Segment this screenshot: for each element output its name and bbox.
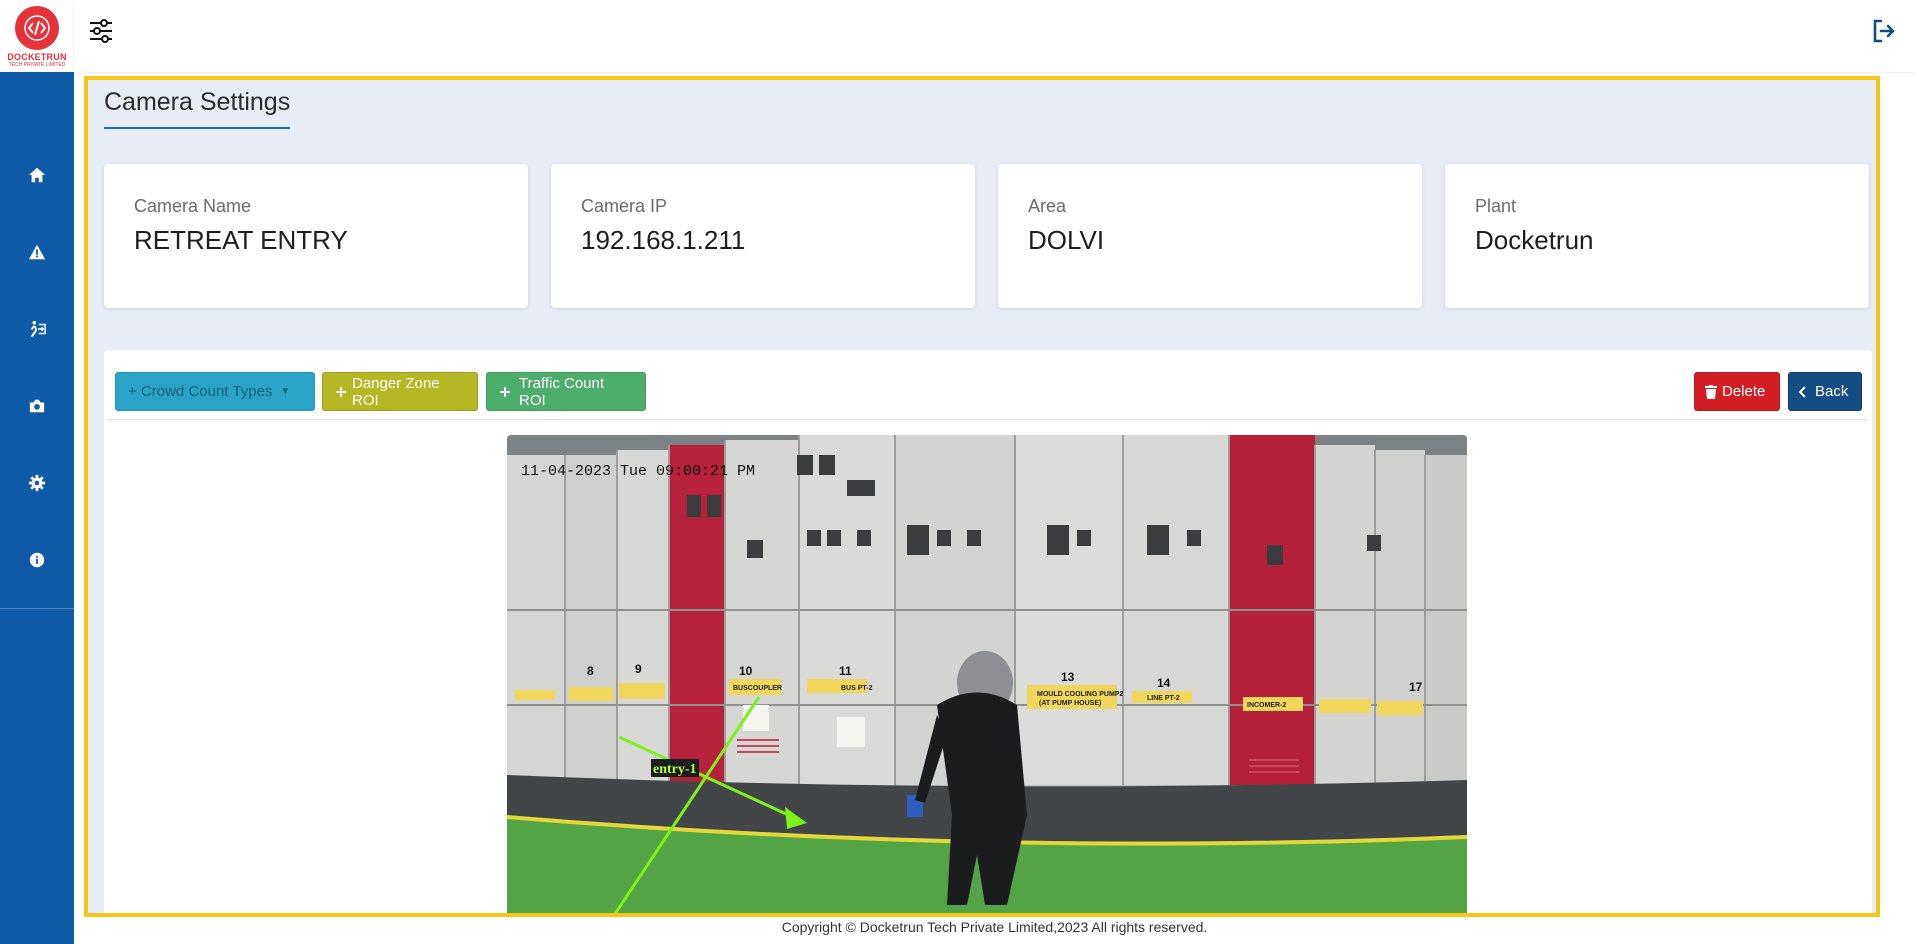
sidebar-item-settings[interactable] <box>0 444 74 521</box>
svg-text:10: 10 <box>739 664 753 678</box>
svg-text:11: 11 <box>839 664 852 678</box>
svg-text:(AT PUMP HOUSE): (AT PUMP HOUSE) <box>1039 700 1101 707</box>
camera-ip-card: Camera IP 192.168.1.211 <box>551 164 975 308</box>
chevron-left-icon <box>1799 385 1807 398</box>
sliders-icon <box>90 19 112 43</box>
svg-text:MOULD COOLING PUMP2: MOULD COOLING PUMP2 <box>1037 691 1123 698</box>
back-label: Back <box>1815 383 1849 400</box>
plant-label: Plant <box>1475 196 1517 216</box>
area-label: Area <box>1028 196 1067 216</box>
traffic-count-label: Traffic Count ROI <box>519 374 605 409</box>
roi-toolbar: + Crowd Count Types ▼ Danger Zone ROI Tr… <box>108 350 1868 420</box>
exit-run-icon <box>30 320 46 337</box>
brand-subtitle: TECH PRIVATE LIMITED <box>8 62 66 68</box>
camera-ip-label: Camera IP <box>581 196 668 216</box>
svg-text:17: 17 <box>1409 680 1423 694</box>
svg-text:8: 8 <box>587 664 594 678</box>
footer: Copyright © Docketrun Tech Private Limit… <box>781 919 1208 935</box>
danger-zone-label: Danger Zone ROI <box>352 374 440 409</box>
delete-button[interactable]: Delete <box>1694 372 1780 411</box>
brand-name: DOCKETRUN <box>7 52 67 62</box>
chevron-down-icon: ▼ <box>280 386 291 397</box>
info-icon <box>29 552 45 567</box>
back-button[interactable]: Back <box>1788 372 1862 411</box>
svg-text:BUSCOUPLER: BUSCOUPLER <box>733 685 782 692</box>
plus-icon <box>335 386 347 398</box>
home-icon <box>28 167 46 182</box>
sidebar-item-info[interactable] <box>0 521 74 598</box>
camera-feed[interactable]: 10 11 13 14 8 9 17 BUSCOUPLER BUS PT-2 M… <box>507 435 1467 913</box>
page-title: Camera Settings <box>104 88 291 129</box>
top-bar <box>74 0 1915 72</box>
svg-text:BUS PT-2: BUS PT-2 <box>841 685 873 692</box>
camera-icon <box>29 399 45 412</box>
camera-ip-value: 192.168.1.211 <box>581 225 746 255</box>
danger-zone-roi-button[interactable]: Danger Zone ROI <box>322 372 478 411</box>
sidebar-nav <box>0 136 74 598</box>
logout-button[interactable] <box>1871 18 1901 48</box>
sidebar-item-home[interactable] <box>0 136 74 213</box>
main-content: Camera Settings Camera Name RETREAT ENTR… <box>84 76 1880 917</box>
camera-name-value: RETREAT ENTRY <box>134 225 348 255</box>
sidebar-divider <box>0 608 74 609</box>
traffic-count-roi-button[interactable]: Traffic Count ROI <box>486 372 646 411</box>
plus-icon <box>499 386 511 398</box>
trash-icon <box>1705 384 1717 399</box>
delete-label: Delete <box>1722 383 1766 400</box>
camera-name-card: Camera Name RETREAT ENTRY <box>104 164 528 308</box>
svg-text:13: 13 <box>1061 670 1075 684</box>
svg-text:INCOMER-2: INCOMER-2 <box>1247 702 1286 709</box>
logout-icon <box>1873 19 1895 43</box>
sidebar: DOCKETRUN TECH PRIVATE LIMITED <box>0 0 74 944</box>
sidebar-item-camera[interactable] <box>0 367 74 444</box>
plant-value: Docketrun <box>1475 225 1594 255</box>
camera-timestamp: 11-04-2023 Tue 09:00:21 PM <box>521 463 755 480</box>
area-card: Area DOLVI <box>998 164 1422 308</box>
roi-label: entry-1 <box>653 762 697 777</box>
plant-card: Plant Docketrun <box>1445 164 1869 308</box>
area-value: DOLVI <box>1028 225 1105 255</box>
svg-text:LINE PT-2: LINE PT-2 <box>1147 695 1180 702</box>
roi-panel: + Crowd Count Types ▼ Danger Zone ROI Tr… <box>104 350 1872 913</box>
camera-feed-image: 10 11 13 14 8 9 17 BUSCOUPLER BUS PT-2 M… <box>507 435 1467 913</box>
svg-text:14: 14 <box>1157 676 1171 690</box>
alert-icon <box>28 244 46 259</box>
gear-icon <box>28 474 46 491</box>
brand-logo[interactable]: DOCKETRUN TECH PRIVATE LIMITED <box>0 0 74 72</box>
crowd-count-types-button[interactable]: + Crowd Count Types ▼ <box>115 372 315 411</box>
sidebar-item-exit[interactable] <box>0 290 74 367</box>
filter-menu-button[interactable] <box>88 18 118 48</box>
code-logo-icon <box>15 6 59 50</box>
crowd-count-label: + Crowd Count Types <box>128 383 273 400</box>
camera-name-label: Camera Name <box>134 196 252 216</box>
sidebar-item-alerts[interactable] <box>0 213 74 290</box>
svg-text:9: 9 <box>635 662 642 676</box>
